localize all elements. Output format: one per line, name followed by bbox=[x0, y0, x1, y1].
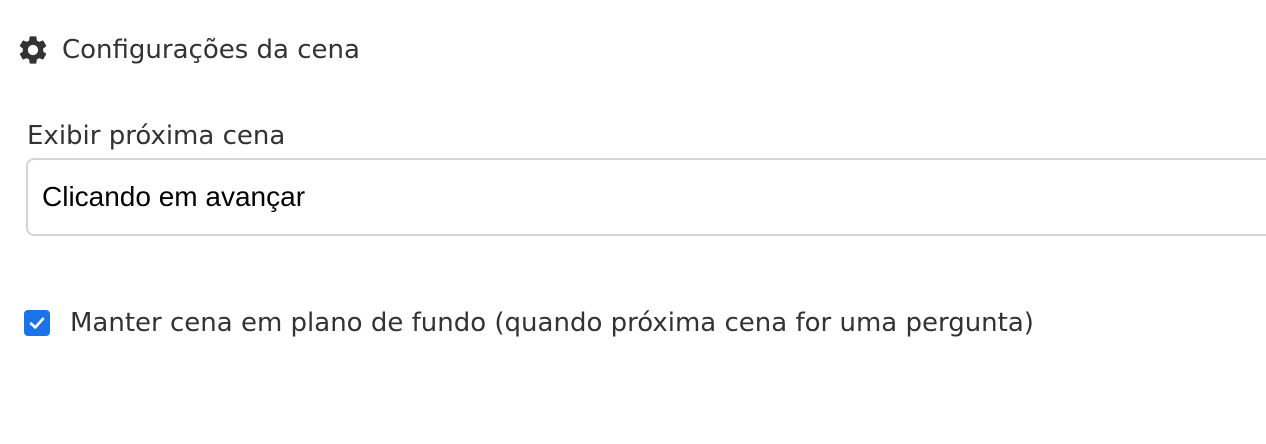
checkmark-icon bbox=[29, 317, 45, 329]
keep-background-row: Manter cena em plano de fundo (quando pr… bbox=[24, 304, 1034, 342]
keep-background-label[interactable]: Manter cena em plano de fundo (quando pr… bbox=[70, 308, 1034, 338]
next-scene-selected-value: Clicando em avançar bbox=[42, 181, 306, 212]
next-scene-label: Exibir próxima cena bbox=[27, 121, 286, 151]
section-header: Configurações da cena bbox=[16, 30, 360, 70]
section-title: Configurações da cena bbox=[62, 35, 360, 65]
scene-settings-panel: Configurações da cena Exibir próxima cen… bbox=[0, 0, 1266, 444]
gear-icon bbox=[16, 33, 50, 67]
next-scene-select[interactable]: Clicando em avançar bbox=[26, 158, 1266, 236]
keep-background-checkbox[interactable] bbox=[24, 310, 50, 336]
